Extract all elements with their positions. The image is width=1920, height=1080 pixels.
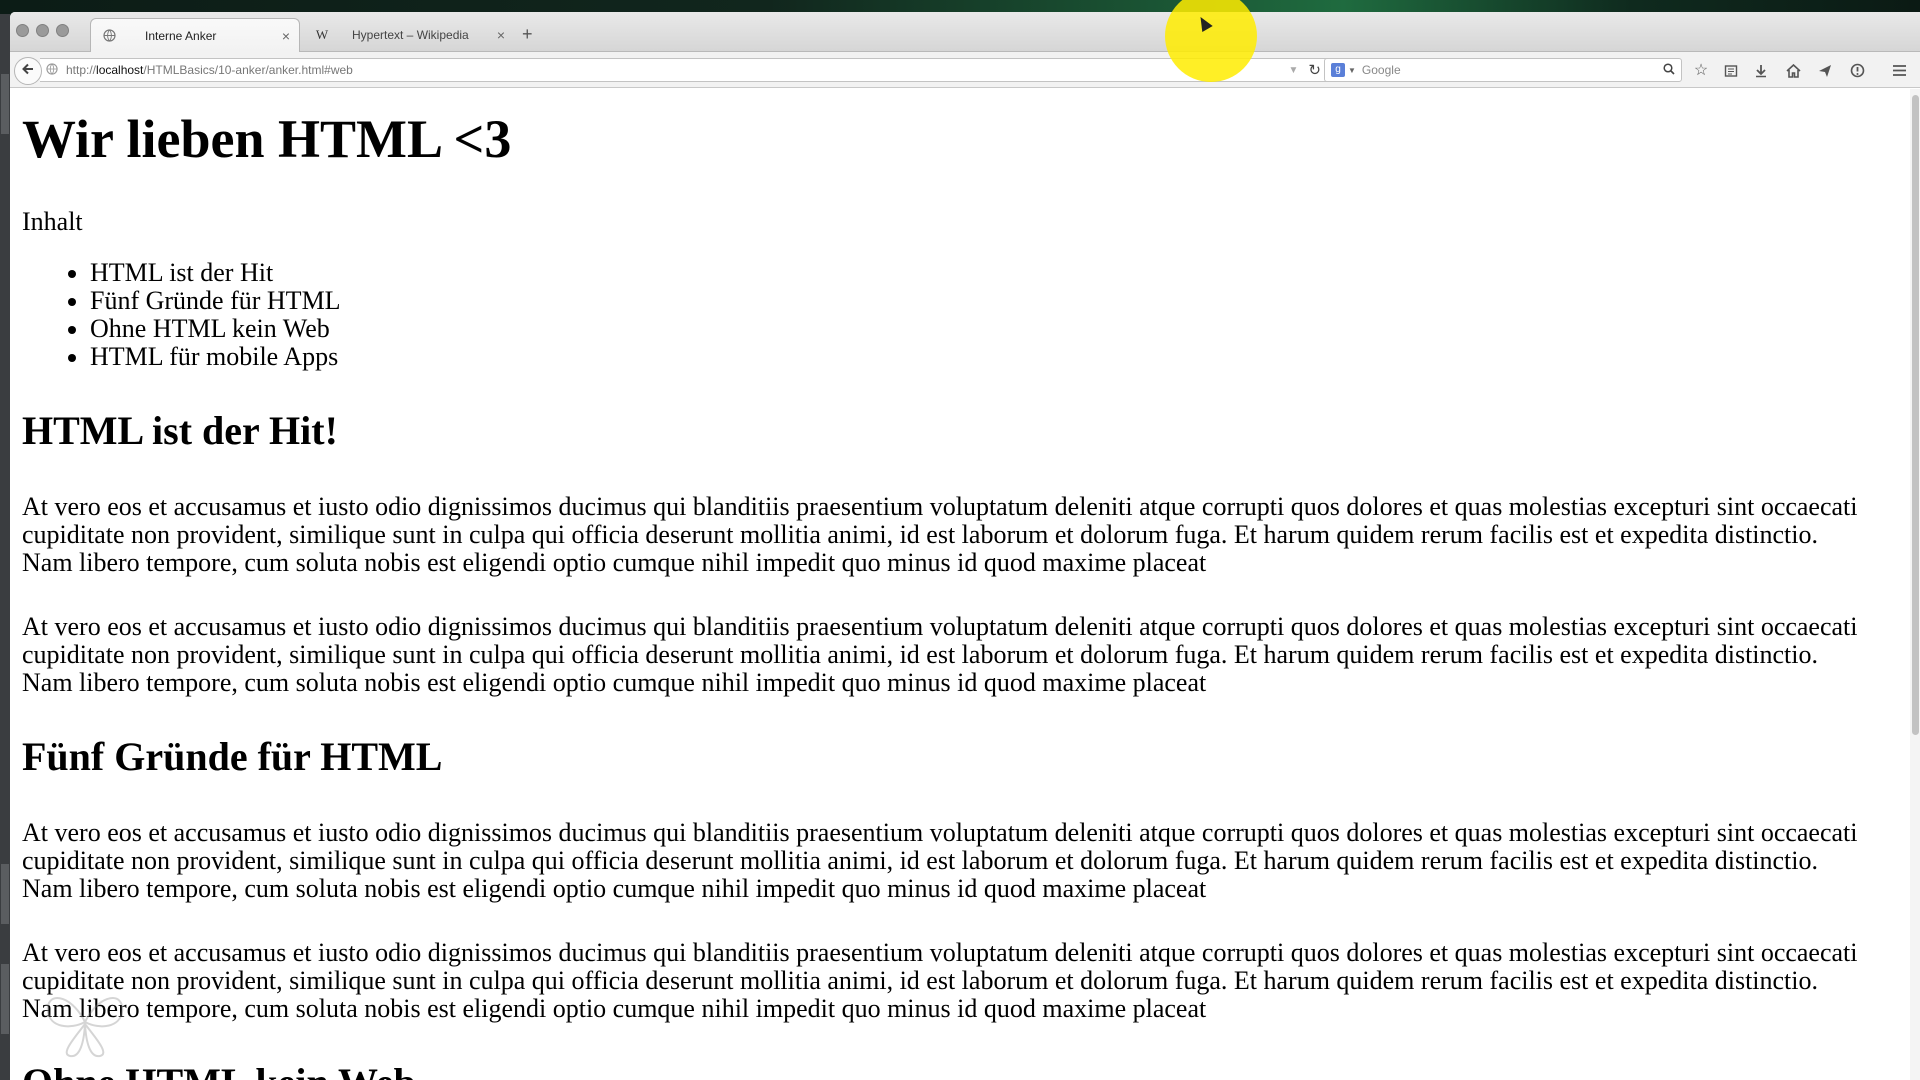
paragraph: At vero eos et accusamus et iusto odio d… [22, 492, 1858, 577]
tab-title: Interne Anker [145, 28, 217, 43]
bookmark-star-icon[interactable]: ☆ [1690, 60, 1712, 82]
page-content: Wir lieben HTML <3 Inhalt HTML ist der H… [10, 89, 1910, 1080]
reload-icon[interactable]: ↻ [1308, 61, 1321, 79]
back-arrow-icon [21, 62, 35, 81]
tab-hypertext-wikipedia[interactable]: W Hypertext – Wikipedia × [304, 18, 514, 52]
close-window-button[interactable] [16, 24, 29, 37]
butterfly-watermark-icon [46, 997, 124, 1058]
toc-item: Ohne HTML kein Web [90, 315, 1910, 343]
tab-interne-anker[interactable]: Interne Anker × [90, 18, 300, 52]
url-text: http://localhost/HTMLBasics/10-anker/ank… [66, 63, 353, 77]
chevron-down-icon[interactable]: ▼ [1348, 66, 1356, 75]
page-title: Wir lieben HTML <3 [22, 109, 512, 169]
new-tab-icon[interactable]: + [522, 24, 533, 45]
google-icon[interactable]: g [1331, 63, 1345, 77]
tab-bar: Interne Anker × W Hypertext – Wikipedia … [10, 12, 1920, 52]
paragraph: At vero eos et accusamus et iusto odio d… [22, 938, 1858, 1023]
url-history-dropdown-icon[interactable]: ▼ [1289, 65, 1299, 76]
url-bar[interactable]: http://localhost/HTMLBasics/10-anker/ank… [40, 58, 1330, 82]
search-input[interactable]: Google [1362, 63, 1663, 77]
tab-title: Hypertext – Wikipedia [352, 28, 469, 42]
download-icon[interactable] [1750, 60, 1772, 82]
site-info-icon[interactable] [46, 62, 60, 78]
paragraph: At vero eos et accusamus et iusto odio d… [22, 818, 1858, 903]
zoom-window-button[interactable] [56, 24, 69, 37]
toc-title: Inhalt [22, 207, 83, 236]
paragraph: At vero eos et accusamus et iusto odio d… [22, 612, 1858, 697]
send-icon[interactable] [1814, 60, 1836, 82]
minimize-window-button[interactable] [36, 24, 49, 37]
reading-list-icon[interactable] [1720, 60, 1742, 82]
toc-item: HTML für mobile Apps [90, 343, 1910, 371]
navigation-bar: http://localhost/HTMLBasics/10-anker/ank… [10, 52, 1920, 88]
toc-item: Fünf Gründe für HTML [90, 287, 1910, 315]
search-bar[interactable]: g ▼ Google [1324, 58, 1682, 82]
ide-side-panel [0, 14, 10, 1080]
menu-icon[interactable] [1888, 60, 1910, 82]
section-heading-fuenf-gruende: Fünf Gründe für HTML [22, 734, 443, 779]
section-heading-hit: HTML ist der Hit! [22, 408, 338, 453]
back-button[interactable] [14, 57, 42, 85]
browser-window: Interne Anker × W Hypertext – Wikipedia … [10, 12, 1920, 1080]
globe-icon [101, 28, 117, 44]
wikipedia-w-icon: W [315, 27, 329, 42]
toc-item: HTML ist der Hit [90, 259, 1910, 287]
toc-list: HTML ist der Hit Fünf Gründe für HTML Oh… [22, 259, 1910, 371]
info-icon[interactable] [1846, 60, 1868, 82]
close-tab-icon[interactable]: × [492, 27, 510, 43]
home-icon[interactable] [1782, 60, 1804, 82]
search-icon[interactable] [1663, 62, 1675, 78]
scrollbar-thumb[interactable] [1912, 95, 1919, 735]
close-tab-icon[interactable]: × [277, 28, 295, 44]
section-heading-ohne-html: Ohne HTML kein Web [22, 1061, 1910, 1080]
vertical-scrollbar[interactable] [1910, 89, 1920, 1080]
